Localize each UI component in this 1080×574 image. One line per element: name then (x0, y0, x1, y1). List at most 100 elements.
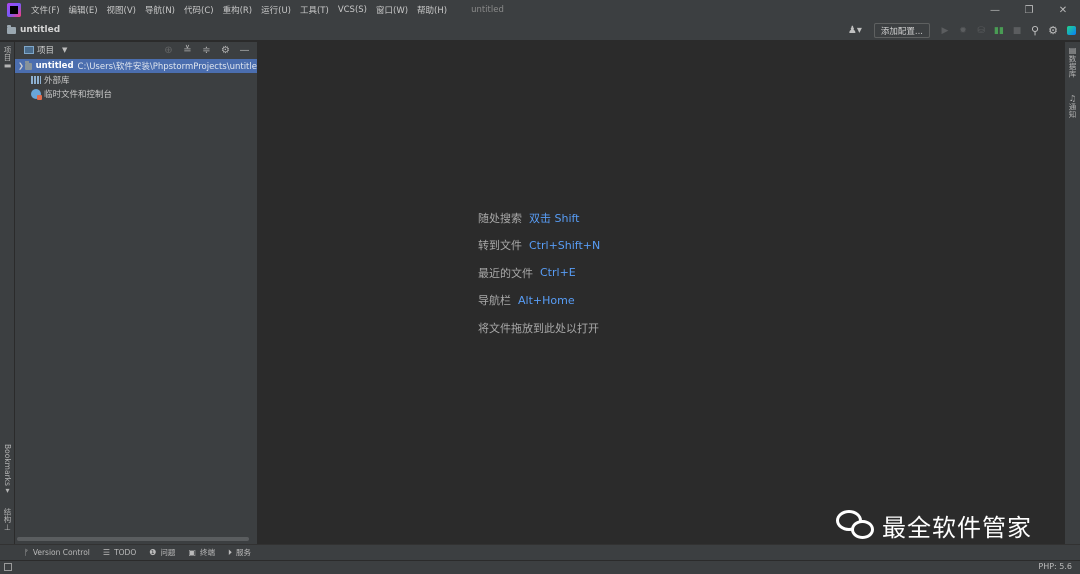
gear-icon[interactable]: ⚙ (1044, 24, 1062, 37)
tree-item-path: C:\Users\软件安装\PhpstormProjects\untitle (77, 62, 257, 72)
close-button[interactable]: ✕ (1046, 0, 1080, 20)
wechat-logo-icon (836, 508, 876, 542)
gear-icon[interactable]: ⚙ (216, 45, 235, 56)
stripe-tab-project[interactable]: 项目 ▬ (0, 46, 15, 70)
hide-panel-icon[interactable]: — (235, 45, 254, 56)
structure-icon: ⊥ (4, 523, 11, 532)
tool-windows-toggle-icon[interactable] (4, 563, 12, 571)
menu-run[interactable]: 运行(U) (261, 4, 291, 16)
add-configuration-button[interactable]: 添加配置... (873, 23, 930, 38)
horizontal-scrollbar[interactable] (17, 537, 249, 541)
library-icon (31, 76, 41, 84)
collapse-all-icon[interactable]: ≑ (197, 45, 216, 56)
terminal-icon: ▣ (188, 548, 196, 557)
hint-shortcut[interactable]: Ctrl+Shift+N (529, 239, 600, 252)
chevron-down-icon[interactable]: ▼ (62, 46, 67, 54)
project-panel-tools: ⊕ ≚ ≑ ⚙ — (159, 42, 254, 58)
hint-search-everywhere: 随处搜索 双击 Shift (478, 204, 606, 232)
menu-vcs[interactable]: VCS(S) (338, 5, 367, 15)
hint-label: 导航栏 (478, 294, 511, 308)
stripe-tab-database[interactable]: ▤ 数据库 (1065, 46, 1080, 78)
minimize-button[interactable]: — (978, 0, 1012, 20)
problems-icon: ❶ (149, 548, 157, 557)
jetbrains-toolbox-icon[interactable] (1062, 26, 1080, 35)
stop-icon[interactable]: ■ (1008, 26, 1026, 36)
stripe-tab-bookmarks[interactable]: Bookmarks ▾ (0, 444, 15, 495)
window-title: untitled (471, 5, 504, 15)
hint-shortcut[interactable]: Alt+Home (518, 294, 575, 307)
menu-tools[interactable]: 工具(T) (300, 4, 329, 16)
editor-empty-area[interactable]: 随处搜索 双击 Shift 转到文件 Ctrl+Shift+N 最近的文件 Ct… (259, 42, 1064, 544)
phpstorm-logo-icon[interactable] (7, 3, 21, 17)
stripe-tab-bookmarks-label: Bookmarks (3, 444, 12, 486)
debug-icon[interactable]: ✹ (954, 26, 972, 36)
run-icon[interactable]: ▶ (936, 26, 954, 36)
user-icon[interactable]: ♟▾ (848, 25, 862, 36)
right-tool-stripe: ▤ 数据库 ♫ 通知 (1064, 42, 1080, 544)
hint-navigation-bar: 导航栏 Alt+Home (478, 287, 606, 315)
stripe-tab-database-label: 数据库 (1068, 55, 1077, 78)
editor-hints: 随处搜索 双击 Shift 转到文件 Ctrl+Shift+N 最近的文件 Ct… (478, 204, 606, 342)
database-icon: ▤ (1068, 46, 1077, 55)
stripe-tab-structure[interactable]: 结构 ⊥ (0, 508, 15, 532)
menu-help[interactable]: 帮助(H) (417, 4, 447, 16)
scratches-icon (31, 89, 42, 100)
menu-navigate[interactable]: 导航(N) (145, 4, 175, 16)
restore-button[interactable]: ❐ (1012, 0, 1046, 20)
hint-recent-files: 最近的文件 Ctrl+E (478, 259, 606, 287)
status-bar: PHP: 5.6 (0, 560, 1080, 574)
coverage-icon[interactable]: ⛁ (972, 26, 990, 36)
chevron-right-icon[interactable]: ❯ (17, 62, 25, 70)
profile-icon[interactable]: ▮▮ (990, 26, 1008, 36)
menu-file[interactable]: 文件(F) (31, 4, 60, 16)
expand-all-icon[interactable]: ≚ (178, 45, 197, 56)
hint-drop-files: 将文件拖放到此处以打开 (478, 314, 606, 342)
tool-label: 终端 (199, 548, 215, 557)
bookmark-icon: ▾ (5, 485, 10, 495)
tool-label: Version Control (32, 548, 90, 557)
list-icon: ☰ (102, 548, 111, 557)
project-view-icon (24, 46, 34, 54)
project-panel-header: 项目 ▼ ⊕ ≚ ≑ ⚙ — (15, 42, 257, 58)
tool-label: TODO (114, 548, 137, 557)
tool-label: 问题 (160, 548, 176, 557)
tool-problems[interactable]: ❶ 问题 (149, 547, 175, 558)
tool-version-control[interactable]: ᚠ Version Control (24, 548, 90, 557)
menu-edit[interactable]: 编辑(E) (69, 4, 98, 16)
tool-todo[interactable]: ☰ TODO (103, 548, 136, 557)
project-panel-title[interactable]: 项目 (37, 44, 54, 56)
menu-window[interactable]: 窗口(W) (376, 4, 408, 16)
toolbar-right: ♟▾ 添加配置... ▶ ✹ ⛁ ▮▮ ■ ⚲ ⚙ (848, 20, 1080, 41)
hint-label: 最近的文件 (478, 266, 533, 280)
stripe-tab-notifications[interactable]: ♫ 通知 (1065, 94, 1080, 118)
tool-label: 服务 (235, 548, 251, 557)
menu-code[interactable]: 代码(C) (184, 4, 214, 16)
tool-services[interactable]: ⏵ 服务 (228, 547, 251, 558)
hint-label: 随处搜索 (478, 211, 522, 225)
tree-item-external-libraries[interactable]: 外部库 (15, 73, 257, 87)
menu-view[interactable]: 视图(V) (107, 4, 136, 16)
left-tool-stripe: 项目 ▬ Bookmarks ▾ 结构 ⊥ (0, 42, 15, 544)
hint-shortcut[interactable]: Ctrl+E (540, 266, 576, 279)
hint-shortcut[interactable]: 双击 Shift (529, 210, 580, 226)
php-language-level[interactable]: PHP: 5.6 (1038, 562, 1072, 571)
bottom-tool-bar: ᚠ Version Control ☰ TODO ❶ 问题 ▣ 终端 ⏵ 服务 (0, 544, 1080, 560)
navigation-bar: untitled ♟▾ 添加配置... ▶ ✹ ⛁ ▮▮ ■ ⚲ ⚙ (0, 20, 1080, 41)
search-icon[interactable]: ⚲ (1026, 24, 1044, 37)
tree-item-label: 外部库 (44, 76, 70, 86)
tool-terminal[interactable]: ▣ 终端 (188, 547, 215, 558)
services-icon: ⏵ (227, 547, 232, 557)
watermark-text: 最全软件管家 (882, 513, 1032, 542)
folder-icon (7, 24, 16, 34)
stripe-tab-notifications-label: 通知 (1068, 103, 1077, 118)
folder-icon (24, 60, 32, 70)
folder-icon: ▬ (3, 61, 12, 70)
menu-refactor[interactable]: 重构(R) (223, 4, 253, 16)
tree-item-scratches[interactable]: 临时文件和控制台 (15, 87, 257, 101)
tree-item-label: 临时文件和控制台 (44, 90, 113, 100)
stripe-tab-structure-label: 结构 (3, 508, 12, 523)
tree-item-name: untitled (35, 61, 74, 71)
select-opened-file-icon[interactable]: ⊕ (159, 45, 178, 56)
breadcrumb-project[interactable]: untitled (20, 25, 60, 35)
tree-item-project-root[interactable]: ❯ untitled C:\Users\软件安装\PhpstormProject… (15, 59, 257, 73)
